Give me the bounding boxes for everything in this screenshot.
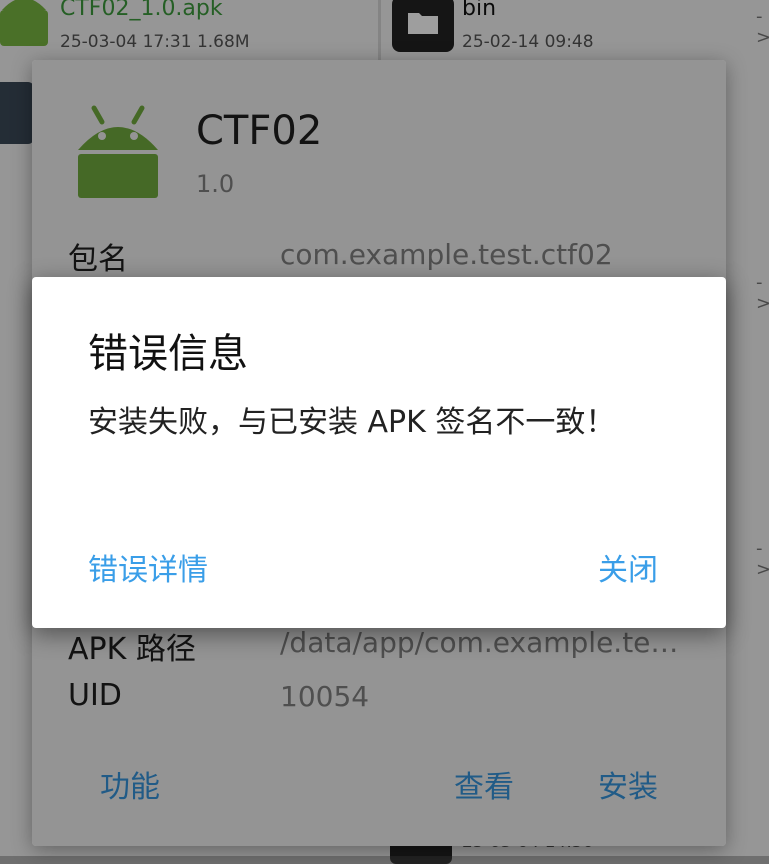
close-button[interactable]: 关闭: [598, 545, 658, 589]
error-details-button[interactable]: 错误详情: [88, 545, 208, 589]
error-message: 安装失败，与已安装 APK 签名不一致！: [88, 405, 616, 440]
error-dialog: 错误信息 安装失败，与已安装 APK 签名不一致！ 错误详情 关闭: [32, 277, 726, 628]
dialog-title: 错误信息: [88, 331, 248, 377]
